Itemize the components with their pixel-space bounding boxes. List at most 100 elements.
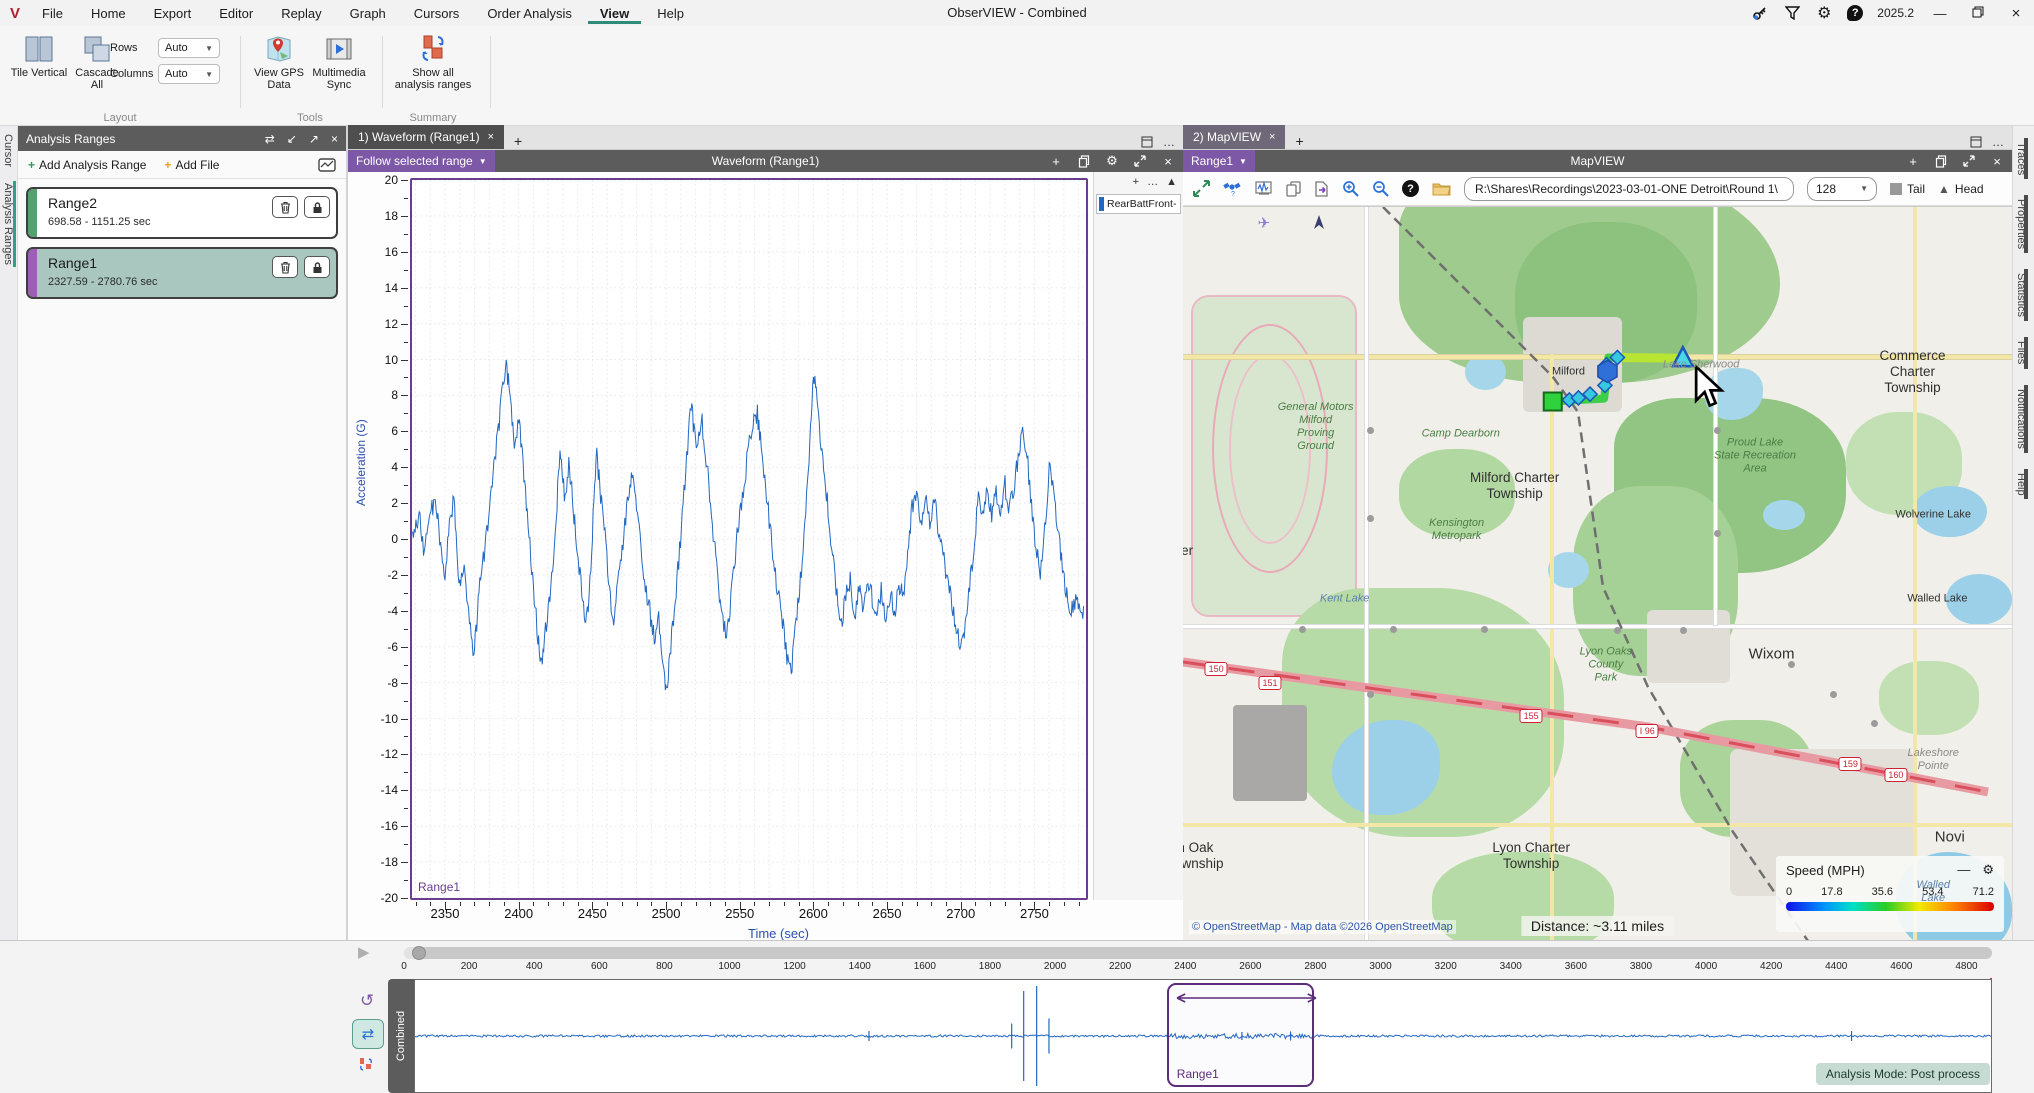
copy-map-icon[interactable]	[1286, 181, 1301, 197]
dock-down-icon[interactable]: ↙	[287, 132, 297, 146]
close-graph-icon[interactable]: ×	[1161, 154, 1175, 168]
open-folder-icon[interactable]	[1432, 181, 1451, 196]
legend-settings-gear-icon[interactable]: ⚙	[1982, 862, 1994, 878]
restore-button[interactable]	[1966, 6, 1990, 21]
range-card-range2[interactable]: Range2 698.58 - 1151.25 sec	[26, 187, 338, 239]
close-tab-icon[interactable]: ×	[488, 131, 494, 143]
menu-order-analysis[interactable]: Order Analysis	[475, 3, 584, 24]
loop-playback-button[interactable]: ⇄	[352, 1019, 384, 1049]
legend-item[interactable]: RearBattFront-	[1096, 194, 1181, 214]
range-card-range1[interactable]: Range1 2327.59 - 2780.76 sec	[26, 247, 338, 299]
legend-collapse-icon[interactable]: ▲	[1166, 176, 1177, 188]
reset-zoom-icon[interactable]: ↺	[360, 991, 374, 1011]
fit-map-icon[interactable]	[1193, 180, 1210, 197]
waveform-link-icon[interactable]	[1255, 181, 1273, 197]
close-graph-icon[interactable]: ×	[1990, 154, 2004, 168]
left-tab-analysis-ranges[interactable]: Analysis Ranges	[0, 175, 16, 273]
overview-waveform[interactable]: Range1	[414, 979, 1992, 1093]
tile-vertical-button[interactable]: Tile Vertical	[10, 34, 68, 79]
right-tab-traces[interactable]: Traces	[2013, 134, 2029, 183]
head-toggle[interactable]: ▲ Head	[1938, 182, 1984, 196]
minimize-button[interactable]: —	[1928, 6, 1952, 21]
show-ranges-mini-icon[interactable]	[358, 1057, 374, 1072]
menu-editor[interactable]: Editor	[207, 3, 265, 24]
new-window-icon[interactable]	[1970, 136, 1982, 148]
help-icon[interactable]: ?	[1847, 5, 1863, 21]
legend-more-icon[interactable]: …	[1147, 176, 1158, 188]
right-tab-notifications[interactable]: Notifications	[2013, 381, 2029, 457]
waveform-plot[interactable]: Range1	[410, 178, 1088, 900]
new-window-icon[interactable]	[1141, 136, 1153, 148]
delete-range-button[interactable]	[272, 256, 298, 278]
points-count-select[interactable]: 128▼	[1807, 177, 1877, 201]
swap-panel-icon[interactable]: ⇄	[265, 132, 275, 146]
right-tab-help[interactable]: Help	[2013, 465, 2029, 504]
map-attribution[interactable]: © OpenStreetMap - Map data ©2026 OpenStr…	[1189, 920, 1456, 934]
channel-tab-combined[interactable]: Combined	[388, 979, 414, 1093]
rows-select[interactable]: Auto▼	[158, 38, 220, 58]
close-tab-icon[interactable]: ×	[1269, 131, 1275, 143]
view-gps-data-button[interactable]: View GPS Data	[250, 34, 308, 91]
summary-chart-icon[interactable]	[318, 158, 336, 172]
license-key-icon[interactable]	[1751, 4, 1769, 22]
analysis-ranges-title: Analysis Ranges	[26, 132, 115, 146]
menu-home[interactable]: Home	[79, 3, 138, 24]
scrollbar-thumb[interactable]	[418, 947, 1992, 959]
add-analysis-range-button[interactable]: +Add Analysis Range	[28, 158, 146, 172]
tail-toggle[interactable]: Tail	[1890, 182, 1925, 196]
gps-satellite-icon[interactable]: ?	[1223, 180, 1242, 197]
menu-export[interactable]: Export	[142, 3, 204, 24]
follow-selected-range-button[interactable]: Follow selected range▼	[348, 150, 495, 172]
menu-graph[interactable]: Graph	[338, 3, 398, 24]
export-icon[interactable]	[1314, 181, 1329, 197]
x-axis-title: Time (sec)	[748, 926, 809, 941]
more-options-icon[interactable]: …	[1163, 135, 1175, 149]
tab-mapview[interactable]: 2) MapVIEW×	[1183, 125, 1285, 149]
close-panel-icon[interactable]: ×	[331, 132, 338, 146]
timeline-range-selection[interactable]: Range1	[1167, 983, 1314, 1087]
map-help-icon[interactable]: ?	[1402, 180, 1419, 197]
columns-select[interactable]: Auto▼	[158, 64, 220, 84]
play-button[interactable]: ▶	[358, 943, 370, 961]
left-tab-cursor[interactable]: Cursor	[0, 126, 16, 175]
more-options-icon[interactable]: …	[1992, 135, 2004, 149]
map-range-button[interactable]: Range1▼	[1183, 150, 1255, 172]
right-tab-properties[interactable]: Properties	[2013, 191, 2029, 257]
lock-range-button[interactable]	[304, 256, 330, 278]
collapse-legend-icon[interactable]: —	[1957, 862, 1970, 878]
add-file-button[interactable]: +Add File	[164, 158, 219, 172]
zoom-out-icon[interactable]	[1372, 180, 1389, 197]
show-all-analysis-ranges-button[interactable]: Show all analysis ranges	[392, 34, 474, 91]
close-button[interactable]: ×	[2004, 5, 2028, 22]
copy-icon[interactable]	[1077, 154, 1091, 168]
tab-waveform[interactable]: 1) Waveform (Range1)×	[348, 125, 504, 149]
dock-up-icon[interactable]: ↗	[309, 132, 319, 146]
menu-replay[interactable]: Replay	[269, 3, 333, 24]
new-tab-button[interactable]: +	[1285, 133, 1313, 149]
filter-icon[interactable]	[1783, 4, 1801, 22]
add-graph-icon[interactable]: +	[1049, 154, 1063, 168]
horizontal-scrollbar[interactable]	[404, 947, 1992, 959]
graph-settings-gear-icon[interactable]: ⚙	[1105, 154, 1119, 168]
delete-range-button[interactable]	[272, 196, 298, 218]
new-tab-button[interactable]: +	[504, 133, 532, 149]
menu-help[interactable]: Help	[645, 3, 696, 24]
legend-add-icon[interactable]: +	[1133, 176, 1139, 188]
menu-cursors[interactable]: Cursors	[402, 3, 472, 24]
copy-icon[interactable]	[1934, 154, 1948, 168]
settings-gear-icon[interactable]: ⚙	[1815, 4, 1833, 22]
zoom-in-icon[interactable]	[1342, 180, 1359, 197]
right-tab-files[interactable]: Files	[2013, 333, 2029, 372]
multimedia-sync-button[interactable]: Multimedia Sync	[310, 34, 368, 91]
lock-range-button[interactable]	[304, 196, 330, 218]
add-graph-icon[interactable]: +	[1906, 154, 1920, 168]
menu-file[interactable]: File	[30, 3, 75, 24]
expand-icon[interactable]	[1133, 154, 1147, 168]
range-resize-arrows[interactable]	[1175, 993, 1318, 1003]
recording-path-field[interactable]: R:\Shares\Recordings\2023-03-01-ONE Detr…	[1464, 177, 1794, 201]
map-canvas[interactable]: ✈ © OpenStreetMap - Map data ©2026 OpenS…	[1183, 206, 2012, 940]
scrollbar-knob[interactable]	[412, 946, 426, 960]
menu-view[interactable]: View	[588, 3, 641, 24]
right-tab-statistics[interactable]: Statistics	[2013, 265, 2029, 325]
expand-icon[interactable]	[1962, 154, 1976, 168]
